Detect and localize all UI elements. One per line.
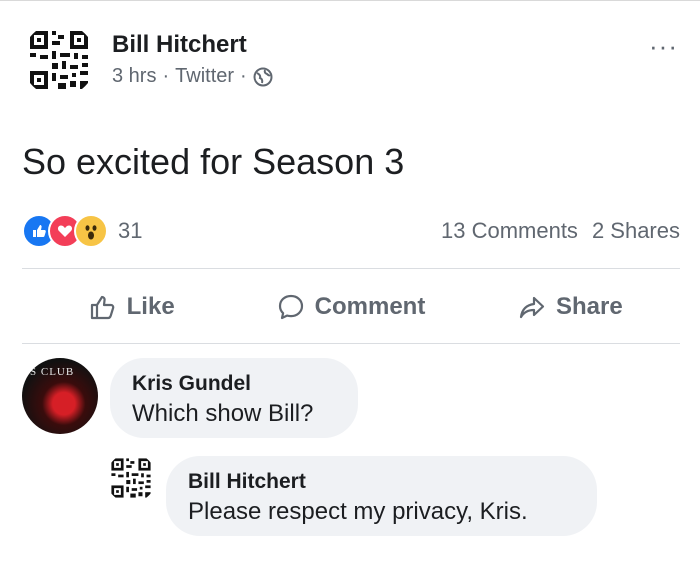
more-options-button[interactable]: ··· [649,33,678,59]
globe-icon [253,67,273,86]
reply-author[interactable]: Bill Hitchert [188,470,575,494]
post-timestamp[interactable]: 3 hrs [112,65,156,88]
qr-code-avatar-icon [22,23,96,97]
comment-bubble: Kris Gundel Which show Bill? [110,358,358,438]
comment-button[interactable]: Comment [241,279,460,335]
meta-separator-2: · [240,65,247,87]
shares-count-link[interactable]: 2 Shares [592,218,680,244]
reply-text: Please respect my privacy, Kris. [188,498,528,525]
engagement-counts: 13 Comments 2 Shares [441,218,680,244]
comment-author[interactable]: Kris Gundel [132,372,336,396]
commenter-avatar[interactable]: S CLUB [22,358,98,434]
post-text: So excited for Season 3 [22,141,405,182]
reaction-count: 31 [118,218,143,243]
comment-label: Comment [314,293,426,320]
post-source: Twitter [175,65,235,87]
like-label: Like [126,293,175,320]
author-avatar[interactable] [22,23,96,97]
avatar-photo-text: S CLUB [30,366,75,378]
share-button[interactable]: Share [461,279,680,335]
divider-top [22,268,680,269]
reply-author-avatar[interactable] [106,453,156,503]
comments-count-link[interactable]: 13 Comments [441,218,578,244]
facebook-post: Bill Hitchert 3 hrs · Twitter · ··· So e… [0,0,700,566]
reactions-summary[interactable]: 31 [22,214,142,248]
qr-code-avatar-icon [106,453,156,503]
wow-reaction-icon [74,214,108,248]
thumbs-up-icon [90,295,114,320]
post-meta: 3 hrs · Twitter · [112,65,273,88]
share-label: Share [555,293,623,320]
divider-bottom [22,343,680,344]
post-actions-bar: Like Comment Share [22,279,680,335]
comment-icon [278,294,303,320]
like-button[interactable]: Like [22,279,241,335]
comment-text: Which show Bill? [132,400,314,427]
reply-bubble: Bill Hitchert Please respect my privacy,… [166,456,597,536]
share-arrow-icon [519,296,545,319]
post-author-name[interactable]: Bill Hitchert [112,31,247,59]
meta-separator: · [162,65,170,87]
